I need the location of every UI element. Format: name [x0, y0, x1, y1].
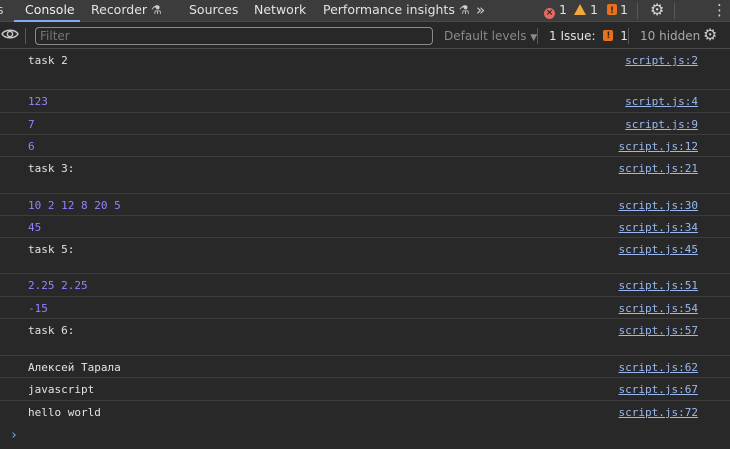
message-text: 7	[28, 118, 35, 131]
console-message: -15 script.js:54	[0, 297, 730, 319]
message-text: -15	[28, 302, 48, 315]
tab-network[interactable]: Network	[254, 0, 306, 22]
message-text: 2.25 2.25	[28, 279, 88, 292]
console-message: 45 script.js:34	[0, 216, 730, 238]
source-link[interactable]: script.js:30	[619, 199, 698, 212]
source-link[interactable]: script.js:51	[619, 279, 698, 292]
console-message: Алексей Тарала script.js:62	[0, 356, 730, 378]
message-text: hello world	[28, 406, 101, 419]
source-link[interactable]: script.js:9	[625, 118, 698, 131]
gear-icon[interactable]: ⚙	[650, 0, 664, 22]
message-text: javascript	[28, 383, 95, 396]
divider	[637, 3, 638, 19]
tab-label: Console	[25, 2, 75, 17]
kebab-icon[interactable]: ⋮	[712, 0, 727, 22]
source-link[interactable]: script.js:72	[619, 406, 698, 419]
source-link[interactable]: script.js:4	[625, 95, 698, 108]
source-link[interactable]: script.js:45	[619, 243, 698, 256]
error-icon: ×	[544, 8, 555, 19]
message-text: task 6:	[28, 324, 75, 337]
issue-counter[interactable]: 1	[607, 0, 628, 22]
tab-sources[interactable]: Sources	[189, 0, 238, 22]
tab-label: Recorder	[91, 2, 148, 17]
message-text: Алексей Тарала	[28, 361, 121, 374]
error-counter[interactable]: × 1	[544, 0, 567, 22]
hidden-count: 10 hidden	[640, 29, 701, 43]
message-text: 6	[28, 140, 35, 153]
flask-icon: ⚗	[458, 3, 470, 17]
console-message: 2.25 2.25 script.js:51	[0, 274, 730, 297]
issue-icon	[607, 1, 617, 21]
console-message: 6 script.js:12	[0, 135, 730, 157]
console-message: task 6: script.js:57	[0, 319, 730, 356]
console-message: task 3: script.js:21	[0, 157, 730, 194]
log-levels-label: Default levels	[444, 29, 527, 43]
chevron-double-right-icon[interactable]: »	[476, 0, 485, 22]
console-message: javascript script.js:67	[0, 378, 730, 401]
filter-input[interactable]	[35, 27, 433, 45]
divider	[25, 28, 26, 44]
source-link[interactable]: script.js:67	[619, 383, 698, 396]
flask-icon: ⚗	[151, 3, 162, 17]
warning-counter[interactable]: 1	[574, 0, 598, 22]
issues-label: 1 Issue:	[549, 29, 596, 43]
message-text: task 5:	[28, 243, 75, 256]
source-link[interactable]: script.js:54	[619, 302, 698, 315]
prompt-chevron-icon[interactable]: ›	[10, 428, 18, 443]
tab-label: Network	[254, 2, 307, 17]
issue-count: 1	[620, 2, 628, 17]
warning-icon	[574, 4, 586, 15]
console-message: 10 2 12 8 20 5 script.js:30	[0, 194, 730, 216]
warning-count: 1	[590, 2, 598, 17]
tab-elements-partial[interactable]: s	[0, 0, 4, 22]
divider	[628, 28, 629, 44]
active-tab-indicator	[14, 20, 80, 22]
tab-label: Performance insights	[323, 2, 455, 17]
source-link[interactable]: script.js:12	[619, 140, 698, 153]
console-message: 7 script.js:9	[0, 113, 730, 135]
source-link[interactable]: script.js:21	[619, 162, 698, 175]
tab-performance-insights[interactable]: Performance insights ⚗	[323, 0, 470, 22]
message-text: task 2	[28, 54, 68, 67]
tab-console[interactable]: Console	[14, 0, 80, 22]
source-link[interactable]: script.js:62	[619, 361, 698, 374]
gear-icon[interactable]: ⚙	[703, 26, 717, 44]
issues-button[interactable]: 1 Issue: 1	[549, 27, 628, 45]
message-text: 123	[28, 95, 48, 108]
tab-recorder[interactable]: Recorder ⚗	[91, 0, 162, 22]
console-message: 123 script.js:4	[0, 90, 730, 113]
source-link[interactable]: script.js:2	[625, 54, 698, 67]
console-message: hello world script.js:72	[0, 401, 730, 423]
console-toolbar: Default levels ▼ 1 Issue: 1 10 hidden ⚙	[0, 23, 730, 49]
divider	[537, 28, 538, 44]
source-link[interactable]: script.js:57	[619, 324, 698, 337]
tab-label: Sources	[189, 2, 239, 17]
source-link[interactable]: script.js:34	[619, 221, 698, 234]
message-text: task 3:	[28, 162, 75, 175]
devtools-tabbar: s Console Recorder ⚗ Sources Network Perf…	[0, 0, 730, 22]
issues-count: 1	[620, 29, 628, 43]
log-levels-dropdown[interactable]: Default levels ▼	[444, 27, 537, 47]
eye-icon[interactable]	[1, 27, 19, 41]
console-message: task 5: script.js:45	[0, 238, 730, 274]
message-text: 10 2 12 8 20 5	[28, 199, 121, 212]
issue-icon	[603, 27, 614, 45]
error-count: 1	[559, 2, 567, 17]
console-messages: task 2 script.js:2 123 script.js:4 7 scr…	[0, 49, 730, 423]
divider	[674, 3, 675, 19]
message-text: 45	[28, 221, 42, 234]
console-message: task 2 script.js:2	[0, 49, 730, 90]
